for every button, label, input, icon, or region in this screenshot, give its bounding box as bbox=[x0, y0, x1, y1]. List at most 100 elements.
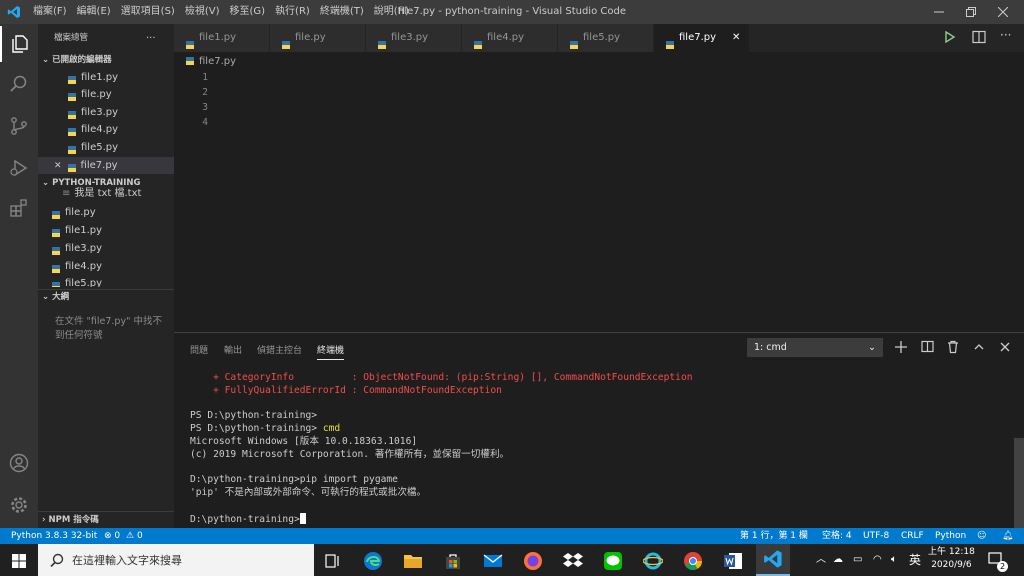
python-file-icon bbox=[666, 33, 674, 49]
status-bar: Python 3.8.3 32-bit ⊗ 0 ⚠ 0 第 1 行，第 1 欄 … bbox=[0, 528, 1024, 544]
manage-activity[interactable] bbox=[0, 487, 38, 523]
explorer-activity[interactable] bbox=[0, 26, 38, 62]
windows-start-button[interactable] bbox=[4, 548, 34, 574]
menu-run[interactable]: 執行(R) bbox=[270, 0, 315, 24]
run-python-button[interactable] bbox=[944, 30, 962, 46]
project-file-item[interactable]: file4.py bbox=[38, 258, 174, 275]
file-explorer-taskbar-button[interactable] bbox=[398, 548, 428, 574]
feedback-icon[interactable]: ☺ bbox=[977, 528, 986, 544]
text-file-icon: ≡ bbox=[62, 188, 71, 199]
maximize-panel-button[interactable] bbox=[972, 340, 986, 354]
source-control-activity[interactable] bbox=[0, 108, 38, 144]
tab-file5[interactable]: file5.py bbox=[558, 24, 654, 52]
run-debug-activity[interactable] bbox=[0, 150, 38, 186]
open-editor-item-active[interactable]: ✕ file7.py bbox=[38, 157, 174, 174]
menu-view[interactable]: 檢視(V) bbox=[180, 0, 225, 24]
close-panel-button[interactable] bbox=[998, 340, 1012, 354]
volume-icon[interactable]: 🔈︎ bbox=[891, 544, 897, 576]
python-file-icon bbox=[52, 279, 60, 287]
files-icon bbox=[12, 35, 28, 53]
open-editor-item[interactable]: file4.py bbox=[38, 121, 174, 138]
menu-go[interactable]: 移至(G) bbox=[225, 0, 271, 24]
battery-icon[interactable]: ▭ bbox=[853, 544, 862, 576]
windows-taskbar: 在這裡輸入文字來搜尋 ︿ ☁ ▭ ◠ 🔈︎ 英 上午 12:18 2020/9/ bbox=[0, 544, 1024, 576]
task-view-button[interactable] bbox=[318, 548, 348, 574]
open-editor-item[interactable]: file.py bbox=[38, 86, 174, 103]
tab-file1[interactable]: file1.py bbox=[174, 24, 270, 52]
tab-close-icon[interactable]: ✕ bbox=[732, 24, 740, 52]
word-taskbar-button[interactable] bbox=[718, 548, 748, 574]
activity-bar bbox=[0, 24, 38, 528]
menu-help[interactable]: 說明(H) bbox=[369, 0, 414, 24]
wifi-icon[interactable]: ◠ bbox=[873, 544, 882, 576]
edge-taskbar-button[interactable] bbox=[358, 548, 388, 574]
firefox-taskbar-button[interactable] bbox=[518, 548, 548, 574]
minimize-button[interactable] bbox=[922, 0, 956, 24]
open-editors-section[interactable]: ⌄ 已開啟的編輯器 bbox=[38, 52, 174, 69]
open-editor-item[interactable]: file1.py bbox=[38, 69, 174, 86]
warning-icon: ⚠ bbox=[126, 531, 135, 541]
tab-file7-active[interactable]: file7.py ✕ bbox=[654, 24, 750, 52]
tray-expand-icon[interactable]: ︿ bbox=[816, 544, 826, 576]
tab-terminal-active[interactable]: 終端機 bbox=[317, 343, 345, 360]
tab-file4[interactable]: file4.py bbox=[462, 24, 558, 52]
onedrive-icon[interactable]: ☁ bbox=[833, 544, 843, 576]
ie-taskbar-button[interactable] bbox=[638, 548, 668, 574]
taskbar-search-input[interactable]: 在這裡輸入文字來搜尋 bbox=[38, 544, 314, 576]
ime-indicator[interactable]: 英 bbox=[909, 544, 921, 576]
split-editor-button[interactable] bbox=[972, 30, 990, 46]
encoding[interactable]: UTF-8 bbox=[863, 528, 889, 544]
language-mode[interactable]: Python bbox=[935, 528, 966, 544]
notifications-icon[interactable]: 🔔︎ bbox=[1002, 528, 1013, 544]
menu-file[interactable]: 檔案(F) bbox=[28, 0, 72, 24]
dropbox-taskbar-button[interactable] bbox=[558, 548, 588, 574]
store-taskbar-button[interactable] bbox=[438, 548, 468, 574]
python-interpreter[interactable]: Python 3.8.3 32-bit bbox=[11, 528, 97, 544]
problems-indicator[interactable]: ⊗ 0 ⚠ 0 bbox=[104, 528, 143, 544]
kill-terminal-button[interactable] bbox=[946, 340, 960, 354]
cursor-position[interactable]: 第 1 行，第 1 欄 bbox=[740, 528, 808, 544]
close-window-button[interactable] bbox=[986, 0, 1020, 24]
action-center-button[interactable]: 2 bbox=[988, 544, 1012, 576]
chrome-taskbar-button[interactable] bbox=[678, 548, 708, 574]
menu-edit[interactable]: 編輯(E) bbox=[72, 0, 116, 24]
tab-file[interactable]: file.py bbox=[270, 24, 366, 52]
search-activity[interactable] bbox=[0, 66, 38, 102]
project-file-item[interactable]: file.py bbox=[38, 204, 174, 221]
code-editor[interactable]: file7.py 1 2 3 4 bbox=[174, 52, 1024, 332]
tab-debug-console[interactable]: 偵錯主控台 bbox=[257, 343, 302, 356]
npm-section[interactable]: › NPM 指令碼 bbox=[38, 512, 174, 528]
tab-problems[interactable]: 問題 bbox=[190, 343, 208, 356]
open-editor-item[interactable]: file5.py bbox=[38, 139, 174, 156]
open-editor-item[interactable]: file3.py bbox=[38, 104, 174, 121]
terminal-line: PS D:\python-training> cmd bbox=[190, 423, 341, 434]
menu-terminal[interactable]: 終端機(T) bbox=[315, 0, 369, 24]
split-terminal-button[interactable] bbox=[921, 340, 935, 354]
project-file-item[interactable]: file1.py bbox=[38, 222, 174, 239]
project-file-item[interactable]: file5.py bbox=[38, 275, 174, 287]
project-file-item[interactable]: file3.py bbox=[38, 240, 174, 257]
breadcrumb[interactable]: file7.py bbox=[186, 56, 236, 67]
accounts-activity[interactable] bbox=[0, 445, 38, 481]
project-file-item[interactable]: ≡ 我是 txt 檔.txt bbox=[38, 187, 174, 199]
terminal-prompt-line[interactable]: D:\python-training> bbox=[190, 513, 306, 527]
extensions-activity[interactable] bbox=[0, 190, 38, 226]
new-terminal-button[interactable] bbox=[894, 340, 908, 354]
vscode-logo-icon[interactable] bbox=[0, 0, 28, 24]
tab-file3[interactable]: file3.py bbox=[366, 24, 462, 52]
vscode-taskbar-button-active[interactable] bbox=[756, 544, 790, 576]
indentation[interactable]: 空格: 4 bbox=[822, 528, 852, 544]
end-of-line[interactable]: CRLF bbox=[901, 528, 924, 544]
close-editor-icon[interactable]: ✕ bbox=[54, 161, 62, 171]
terminal-selector[interactable]: 1: cmd ⌄ bbox=[747, 338, 883, 357]
menu-selection[interactable]: 選取項目(S) bbox=[116, 0, 180, 24]
tab-output[interactable]: 輸出 bbox=[224, 343, 242, 356]
explorer-more-button[interactable]: ··· bbox=[146, 30, 166, 47]
line-taskbar-button[interactable] bbox=[598, 548, 628, 574]
terminal-scrollbar[interactable] bbox=[1014, 438, 1024, 528]
restore-button[interactable] bbox=[954, 0, 988, 24]
outline-section[interactable]: ⌄ 大綱 bbox=[38, 289, 174, 306]
more-actions-icon[interactable]: ··· bbox=[1000, 28, 1018, 44]
system-clock[interactable]: 上午 12:18 2020/9/6 bbox=[928, 546, 975, 574]
mail-taskbar-button[interactable] bbox=[478, 548, 508, 574]
